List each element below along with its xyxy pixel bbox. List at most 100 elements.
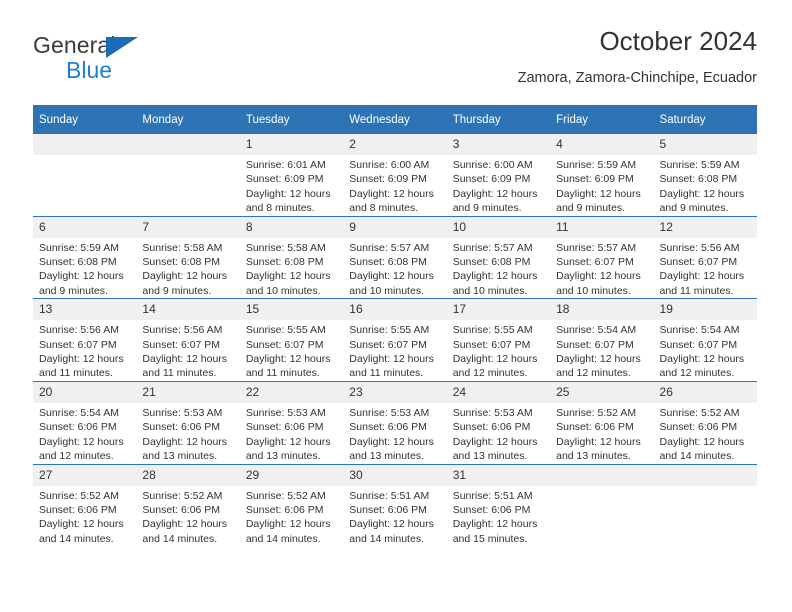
sunset-text: Sunset: 6:08 PM: [452, 256, 531, 269]
weekday-header-wednesday: Wednesday: [343, 105, 447, 134]
daylight-text: and 14 minutes.: [349, 532, 424, 545]
calendar-day-cell[interactable]: 19 Sunrise: 5:54 AM Sunset: 6:07 PM Dayligh…: [653, 298, 757, 382]
day-number: 13: [33, 299, 137, 321]
calendar-day-cell[interactable]: 23 Sunrise: 5:53 AM Sunset: 6:06 PM Dayligh…: [343, 380, 447, 464]
day-details: Sunrise: 6:01 AM Sunset: 6:09 PM Daylight:…: [240, 155, 343, 216]
calendar-day-cell[interactable]: 3 Sunrise: 6:00 AM Sunset: 6:09 PM Daylight…: [446, 134, 551, 217]
calendar-day-cell[interactable]: 31 Sunrise: 5:51 AM Sunset: 6:06 PM Dayligh…: [446, 463, 551, 547]
day-number: 16: [343, 299, 447, 321]
daylight-text: Daylight: 12 hours: [142, 435, 228, 448]
calendar-day-cell[interactable]: 27 Sunrise: 5:52 AM Sunset: 6:06 PM Dayligh…: [33, 463, 137, 547]
day-number: 4: [550, 134, 654, 155]
daylight-text: Daylight: 12 hours: [556, 187, 641, 200]
day-details: Sunrise: 5:57 AM Sunset: 6:08 PM Daylight:…: [447, 238, 550, 299]
calendar-week-row: 27 Sunrise: 5:52 AM Sunset: 6:06 PM Dayligh…: [33, 463, 757, 547]
calendar-day-cell[interactable]: 20 Sunrise: 5:54 AM Sunset: 6:06 PM Dayligh…: [33, 380, 137, 464]
daylight-text: and 10 minutes.: [452, 284, 528, 297]
sunset-text: Sunset: 6:08 PM: [659, 173, 738, 186]
calendar-day-cell[interactable]: 15 Sunrise: 5:55 AM Sunset: 6:07 PM Dayligh…: [239, 298, 344, 382]
sunset-text: Sunset: 6:08 PM: [142, 256, 221, 269]
weekday-header-monday: Monday: [136, 105, 240, 134]
day-details: Sunrise: 5:54 AM Sunset: 6:07 PM Daylight:…: [550, 320, 653, 381]
sunrise-text: Sunrise: 6:01 AM: [245, 159, 326, 171]
sunrise-text: Sunrise: 5:57 AM: [556, 241, 637, 254]
calendar-day-cell[interactable]: 9 Sunrise: 5:57 AM Sunset: 6:08 PM Daylight…: [343, 215, 447, 299]
daylight-text: Daylight: 12 hours: [39, 353, 124, 366]
calendar-day-cell[interactable]: 5 Sunrise: 5:59 AM Sunset: 6:08 PM Daylight…: [653, 134, 757, 217]
calendar-day-cell[interactable]: 17 Sunrise: 5:55 AM Sunset: 6:07 PM Dayligh…: [446, 298, 551, 382]
calendar-day-cell[interactable]: 16 Sunrise: 5:55 AM Sunset: 6:07 PM Dayligh…: [343, 298, 447, 382]
day-details: Sunrise: 5:57 AM Sunset: 6:08 PM Daylight:…: [343, 238, 446, 299]
calendar-day-cell[interactable]: 4 Sunrise: 5:59 AM Sunset: 6:09 PM Daylight…: [550, 134, 654, 217]
day-details: Sunrise: 5:53 AM Sunset: 6:06 PM Daylight:…: [136, 403, 239, 464]
sunrise-text: Sunrise: 5:59 AM: [659, 159, 740, 171]
calendar-day-cell[interactable]: 22 Sunrise: 5:53 AM Sunset: 6:06 PM Dayligh…: [239, 380, 344, 464]
weekday-header-friday: Friday: [550, 105, 654, 134]
sunset-text: Sunset: 6:06 PM: [142, 503, 221, 516]
sunrise-text: Sunrise: 5:54 AM: [556, 324, 637, 337]
sunset-text: Sunset: 6:07 PM: [452, 338, 531, 351]
day-details: Sunrise: 5:57 AM Sunset: 6:07 PM Daylight:…: [550, 238, 653, 299]
daylight-text: Daylight: 12 hours: [556, 270, 641, 283]
day-number: 1: [239, 134, 344, 155]
day-number: 9: [343, 216, 447, 238]
sunset-text: Sunset: 6:08 PM: [349, 256, 427, 269]
calendar-day-cell[interactable]: 7 Sunrise: 5:58 AM Sunset: 6:08 PM Daylight…: [136, 215, 240, 299]
calendar-day-cell[interactable]: 1 Sunrise: 6:01 AM Sunset: 6:09 PM Daylight…: [239, 134, 344, 217]
day-number: 24: [446, 381, 551, 403]
daylight-text: and 12 minutes.: [659, 367, 735, 380]
day-details: Sunrise: 5:52 AM Sunset: 6:06 PM Daylight:…: [33, 486, 136, 547]
day-number: 14: [136, 299, 240, 321]
day-details: Sunrise: 5:53 AM Sunset: 6:06 PM Daylight:…: [343, 403, 446, 464]
sunset-text: Sunset: 6:08 PM: [39, 256, 117, 269]
day-number: 11: [550, 216, 654, 238]
day-number: 28: [136, 464, 240, 486]
daylight-text: Daylight: 12 hours: [659, 353, 745, 366]
daylight-text: and 9 minutes.: [452, 202, 522, 215]
calendar-day-cell[interactable]: 26 Sunrise: 5:52 AM Sunset: 6:06 PM Dayligh…: [653, 380, 757, 464]
calendar-day-cell[interactable]: 13 Sunrise: 5:56 AM Sunset: 6:07 PM Dayligh…: [33, 298, 137, 382]
sunrise-text: Sunrise: 5:56 AM: [39, 324, 119, 337]
daylight-text: Daylight: 12 hours: [39, 435, 124, 448]
day-details: Sunrise: 5:51 AM Sunset: 6:06 PM Daylight:…: [447, 486, 550, 547]
calendar-day-cell[interactable]: 30 Sunrise: 5:51 AM Sunset: 6:06 PM Dayligh…: [343, 463, 447, 547]
calendar-day-cell[interactable]: 29 Sunrise: 5:52 AM Sunset: 6:06 PM Dayligh…: [239, 463, 344, 547]
calendar-day-cell[interactable]: 2 Sunrise: 6:00 AM Sunset: 6:09 PM Daylight…: [343, 134, 447, 217]
sunrise-text: Sunrise: 5:58 AM: [245, 241, 326, 254]
calendar-day-cell[interactable]: 8 Sunrise: 5:58 AM Sunset: 6:08 PM Daylight…: [239, 215, 344, 299]
calendar-day-cell[interactable]: 21 Sunrise: 5:53 AM Sunset: 6:06 PM Dayligh…: [136, 380, 240, 464]
daylight-text: Daylight: 12 hours: [245, 518, 331, 531]
calendar-day-cell[interactable]: 12 Sunrise: 5:56 AM Sunset: 6:07 PM Dayligh…: [653, 215, 757, 299]
daylight-text: and 8 minutes.: [349, 202, 419, 215]
sunrise-sunset-calendar: Sunday Monday Tuesday Wednesday Thursday Frid…: [33, 105, 757, 547]
calendar-day-cell[interactable]: 6 Sunrise: 5:59 AM Sunset: 6:08 PM Daylight…: [33, 215, 137, 299]
calendar-day-cell[interactable]: 11 Sunrise: 5:57 AM Sunset: 6:07 PM Dayligh…: [550, 215, 654, 299]
daylight-text: Daylight: 12 hours: [349, 353, 434, 366]
calendar-day-cell[interactable]: 14 Sunrise: 5:56 AM Sunset: 6:07 PM Dayligh…: [136, 298, 240, 382]
weekday-header-saturday: Saturday: [653, 105, 757, 134]
day-number: 22: [239, 381, 344, 403]
daylight-text: Daylight: 12 hours: [659, 270, 745, 283]
calendar-day-cell[interactable]: 18 Sunrise: 5:54 AM Sunset: 6:07 PM Dayligh…: [550, 298, 654, 382]
daylight-text: Daylight: 12 hours: [39, 518, 124, 531]
sunrise-text: Sunrise: 5:53 AM: [452, 406, 533, 419]
calendar-day-cell[interactable]: 10 Sunrise: 5:57 AM Sunset: 6:08 PM Dayligh…: [446, 215, 551, 299]
sunrise-text: Sunrise: 5:54 AM: [39, 406, 119, 419]
calendar-week-row: 20 Sunrise: 5:54 AM Sunset: 6:06 PM Dayligh…: [33, 380, 757, 464]
daylight-text: Daylight: 12 hours: [142, 270, 228, 283]
sunset-text: Sunset: 6:06 PM: [659, 421, 738, 434]
calendar-day-cell[interactable]: 24 Sunrise: 5:53 AM Sunset: 6:06 PM Dayligh…: [446, 380, 551, 464]
day-details: Sunrise: 5:58 AM Sunset: 6:08 PM Daylight:…: [136, 238, 239, 299]
weekday-header-sunday: Sunday: [33, 105, 137, 134]
calendar-day-cell[interactable]: 28 Sunrise: 5:52 AM Sunset: 6:06 PM Dayligh…: [136, 463, 240, 547]
sunset-text: Sunset: 6:07 PM: [142, 338, 221, 351]
day-number: [550, 464, 654, 486]
day-details: [550, 486, 653, 489]
day-details: Sunrise: 5:52 AM Sunset: 6:06 PM Daylight:…: [550, 403, 653, 464]
sunset-text: Sunset: 6:07 PM: [556, 256, 634, 269]
sunrise-text: Sunrise: 5:55 AM: [452, 324, 533, 337]
calendar-day-cell[interactable]: 25 Sunrise: 5:52 AM Sunset: 6:06 PM Dayligh…: [550, 380, 654, 464]
daylight-text: Daylight: 12 hours: [245, 353, 331, 366]
day-number: 7: [136, 216, 240, 238]
day-details: Sunrise: 5:52 AM Sunset: 6:06 PM Daylight:…: [654, 403, 757, 464]
